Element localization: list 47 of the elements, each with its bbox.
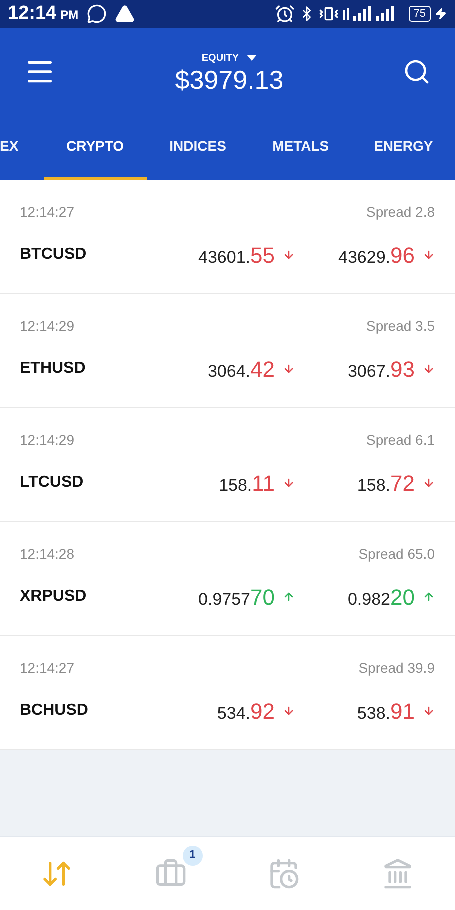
spread: Spread 65.0 bbox=[358, 544, 435, 564]
price: 158.11 bbox=[219, 470, 275, 498]
price: 0.975770 bbox=[198, 584, 275, 612]
notification-badge: 1 bbox=[182, 846, 203, 866]
quote-row[interactable]: 12:14:28 Spread 65.0 XRPUSD 0.975770 0.98220 bbox=[0, 522, 455, 636]
symbol: BCHUSD bbox=[20, 701, 90, 721]
spread: Spread 2.8 bbox=[366, 202, 435, 222]
spread: Spread 6.1 bbox=[366, 430, 435, 450]
equity-value: $3979.13 bbox=[175, 66, 284, 94]
spread: Spread 3.5 bbox=[366, 316, 435, 336]
search-icon[interactable] bbox=[402, 58, 431, 86]
quote-row[interactable]: 12:14:29 Spread 3.5 ETHUSD 3064.42 3067.93 bbox=[0, 294, 455, 408]
quote-time: 12:14:29 bbox=[20, 316, 74, 336]
price: 538.91 bbox=[357, 698, 415, 726]
caret-icon bbox=[247, 55, 258, 61]
quote-row[interactable]: 12:14:27 Spread 2.8 BTCUSD 43601.55 43629.96 bbox=[0, 180, 455, 294]
bank-icon[interactable] bbox=[382, 858, 414, 890]
price: 3064.42 bbox=[208, 356, 275, 384]
price: 3067.93 bbox=[348, 356, 415, 384]
category-tab[interactable]: INDICES bbox=[146, 116, 250, 180]
equity-dropdown[interactable]: EQUITY bbox=[202, 50, 258, 66]
category-tab[interactable]: EX bbox=[0, 116, 44, 180]
quote-time: 12:14:27 bbox=[20, 202, 74, 222]
price: 0.98220 bbox=[348, 584, 415, 612]
quote-time: 12:14:28 bbox=[20, 544, 74, 564]
charging-icon bbox=[435, 8, 447, 20]
symbol: BTCUSD bbox=[20, 245, 88, 265]
symbol: LTCUSD bbox=[20, 473, 85, 493]
warning-icon bbox=[114, 4, 135, 24]
category-tab[interactable]: ENERGY bbox=[352, 116, 455, 180]
category-tab[interactable]: METALS bbox=[249, 116, 352, 180]
quote-time: 12:14:27 bbox=[20, 658, 74, 678]
price: 43601.55 bbox=[198, 242, 275, 270]
spread: Spread 39.9 bbox=[358, 658, 435, 678]
alarm-icon bbox=[274, 4, 295, 24]
quote-row[interactable]: 12:14:29 Spread 6.1 LTCUSD 158.11 158.72 bbox=[0, 408, 455, 522]
chat-icon bbox=[86, 4, 107, 24]
clock: 12:14 PM bbox=[8, 2, 79, 26]
price: 158.72 bbox=[357, 470, 415, 498]
calendar-clock-icon[interactable] bbox=[268, 858, 300, 890]
quote-time: 12:14:29 bbox=[20, 430, 74, 450]
symbol: ETHUSD bbox=[20, 359, 87, 379]
price: 534.92 bbox=[217, 698, 275, 726]
quote-row[interactable]: 12:14:27 Spread 39.9 BCHUSD 534.92 538.91 bbox=[0, 636, 455, 750]
battery-icon: 75 bbox=[408, 6, 431, 22]
symbol: XRPUSD bbox=[20, 587, 88, 607]
price: 43629.96 bbox=[338, 242, 415, 270]
